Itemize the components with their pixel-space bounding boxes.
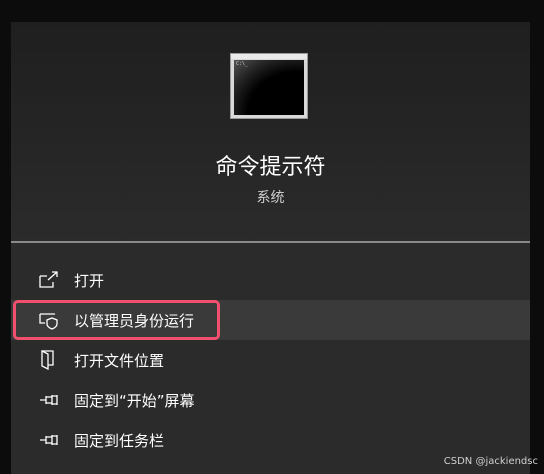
- icon-titlebar: [231, 54, 307, 59]
- menu-item-label: 固定到“开始”屏幕: [74, 391, 195, 410]
- file-location-icon: [38, 349, 60, 371]
- menu-item-open[interactable]: 打开: [11, 260, 530, 300]
- menu-item-open-file-location[interactable]: 打开文件位置: [11, 340, 530, 380]
- app-header: C:\_ 命令提示符 系统: [11, 22, 530, 242]
- highlight-annotation-box: [13, 300, 220, 340]
- app-category: 系统: [256, 190, 285, 206]
- menu-item-pin-to-taskbar[interactable]: 固定到任务栏: [11, 420, 530, 460]
- menu-item-pin-to-start[interactable]: 固定到“开始”屏幕: [11, 380, 530, 420]
- icon-screen: C:\_: [234, 60, 304, 115]
- context-menu: 打开 以管理员身份运行 打开文件位置 固定到“开始”屏幕 固定到任务栏: [11, 260, 530, 460]
- pin-icon: [38, 430, 60, 450]
- menu-item-label: 固定到任务栏: [74, 431, 165, 450]
- window-frame: C:\_ 命令提示符 系统 打开 以管理员身份运行 打开文件位置 固定到“开始”…: [0, 0, 544, 474]
- app-name: 命令提示符: [215, 155, 326, 180]
- divider: [11, 241, 530, 243]
- menu-item-label: 打开文件位置: [74, 351, 165, 370]
- watermark: CSDN @jackiendsc: [443, 456, 538, 467]
- pin-icon: [38, 390, 60, 410]
- icon-prompt-text: C:\_: [236, 61, 249, 67]
- open-icon: [38, 270, 60, 290]
- menu-item-label: 打开: [74, 271, 105, 290]
- start-menu-app-panel: C:\_ 命令提示符 系统 打开 以管理员身份运行 打开文件位置 固定到“开始”…: [11, 22, 530, 474]
- command-prompt-icon: C:\_: [230, 53, 308, 119]
